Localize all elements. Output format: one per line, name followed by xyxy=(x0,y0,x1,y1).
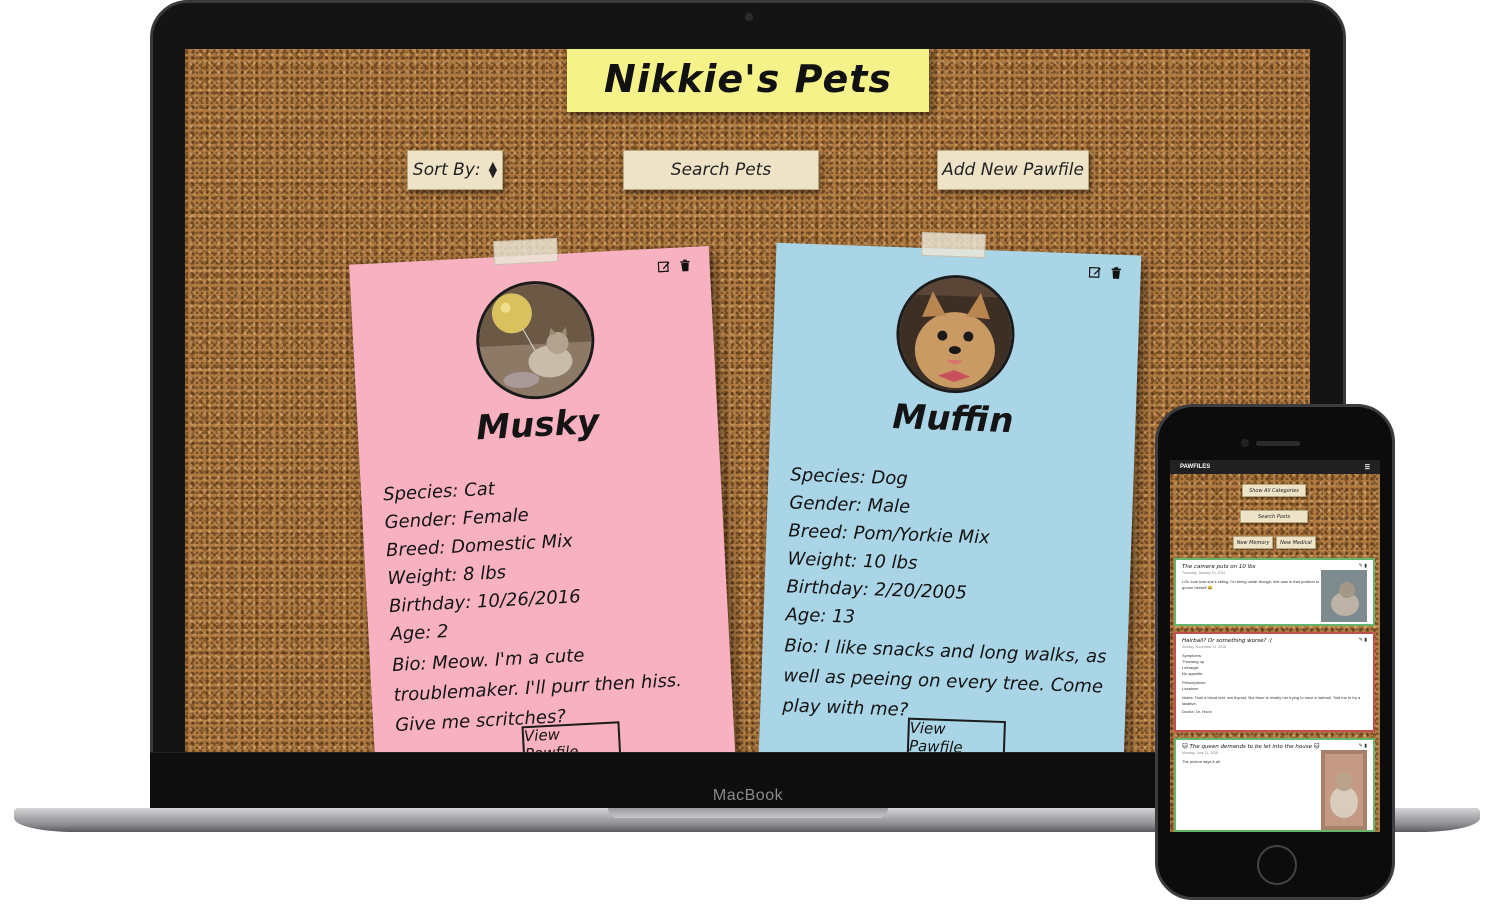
entry-body: LOL look how she's sitting. I'm being un… xyxy=(1182,579,1320,590)
title-sticky-note: Nikkie's Pets xyxy=(567,49,929,112)
edit-icon[interactable]: ✎ xyxy=(1359,563,1363,569)
pet-bio: Bio: I like snacks and long walks, as we… xyxy=(782,635,1107,721)
sort-arrows-icon: ▲ ▼ xyxy=(488,159,498,180)
edit-icon[interactable] xyxy=(657,260,671,274)
laptop-screen: Nikkie's Pets Sort By: ▲ ▼ Search Pets Ad… xyxy=(185,49,1310,752)
pet-name: Musky xyxy=(475,401,601,449)
pet-card-muffin: Muffin Species: Dog Gender: Male Breed: … xyxy=(757,231,1142,752)
pet-name: Muffin xyxy=(891,396,1015,442)
new-medical-label: New Medical xyxy=(1280,539,1312,546)
new-medical-button[interactable]: New Medical xyxy=(1276,536,1316,549)
phone-screen: PAWFILES ☰ Show All Categories Search Po… xyxy=(1170,460,1380,832)
entry-photo xyxy=(1321,750,1367,830)
phone-nav-title[interactable]: PAWFILES xyxy=(1180,464,1210,470)
search-posts-button[interactable]: Search Posts xyxy=(1240,510,1308,523)
edit-icon[interactable]: ✎ xyxy=(1359,637,1363,643)
entry-date: Sunday, November 11, 2018 xyxy=(1182,645,1227,649)
view-pawfile-label: View Pawfile xyxy=(908,718,963,752)
new-memory-label: New Memory xyxy=(1236,539,1270,546)
phone-entry-memory[interactable]: ✎ ▮ The camera puts on 10 lbs Thursday, … xyxy=(1174,558,1375,626)
sort-by-label: Sort By: xyxy=(412,160,481,180)
phone-home-button[interactable] xyxy=(1257,845,1297,885)
hamburger-icon[interactable]: ☰ xyxy=(1365,464,1370,471)
entry-title: Hairball? Or something worse? :( xyxy=(1182,638,1273,644)
pet-avatar-muffin xyxy=(894,273,1017,396)
search-pets-label: Search Pets xyxy=(670,160,772,180)
pet-card-musky: Musky Species: Cat Gender: Female Breed:… xyxy=(349,237,737,752)
delete-icon[interactable] xyxy=(678,259,692,273)
entry-doctor: Doctor: Dr. Hoon xyxy=(1182,709,1212,714)
show-all-categories-button[interactable]: Show All Categories xyxy=(1242,484,1306,497)
add-pawfile-label: Add New Pawfile xyxy=(942,160,1084,180)
laptop-notch xyxy=(608,808,888,818)
delete-icon[interactable]: ▮ xyxy=(1364,637,1367,643)
phone-entry-medical[interactable]: ✎ ▮ Hairball? Or something worse? :( Sun… xyxy=(1174,632,1375,732)
entry-actions: ✎ ▮ xyxy=(1359,563,1367,569)
view-pawfile-button[interactable]: View Pawfile xyxy=(906,717,1006,752)
edit-icon[interactable] xyxy=(1088,266,1101,279)
prescription-item: Laxatone xyxy=(1182,686,1199,691)
add-pawfile-button[interactable]: Add New Pawfile xyxy=(937,150,1089,190)
phone-speaker xyxy=(1256,441,1300,446)
show-all-categories-label: Show All Categories xyxy=(1249,487,1299,494)
delete-icon[interactable]: ▮ xyxy=(1364,743,1367,749)
page-title: Nikkie's Pets xyxy=(603,56,893,101)
sort-by-select[interactable]: Sort By: ▲ ▼ xyxy=(407,150,503,190)
entry-actions: ✎ ▮ xyxy=(1359,637,1367,643)
entry-notes: Notes: Took a blood test, low thyroid. B… xyxy=(1182,695,1361,706)
new-memory-button[interactable]: New Memory xyxy=(1233,536,1273,549)
phone-camera xyxy=(1241,439,1249,447)
search-posts-label: Search Posts xyxy=(1257,513,1291,520)
symptom-item: No appetite xyxy=(1182,671,1203,676)
pet-avatar-musky xyxy=(473,278,598,403)
view-pawfile-button[interactable]: View Pawfile xyxy=(521,721,622,752)
phone-navbar: PAWFILES ☰ xyxy=(1170,460,1380,474)
delete-icon[interactable] xyxy=(1109,266,1122,279)
edit-icon[interactable]: ✎ xyxy=(1359,743,1363,749)
tape xyxy=(493,237,559,266)
view-pawfile-label: View Pawfile xyxy=(523,725,579,752)
phone-entry-memory[interactable]: ✎ ▮ 🐱 The queen demands to be let into t… xyxy=(1174,738,1375,832)
entry-actions: ✎ ▮ xyxy=(1359,743,1367,749)
tape xyxy=(921,231,986,259)
search-pets-button[interactable]: Search Pets xyxy=(623,150,819,190)
entry-title: 🐱 The queen demands to be let into the h… xyxy=(1182,744,1320,750)
entry-photo xyxy=(1321,570,1367,622)
laptop-camera xyxy=(745,13,753,21)
delete-icon[interactable]: ▮ xyxy=(1364,563,1367,569)
